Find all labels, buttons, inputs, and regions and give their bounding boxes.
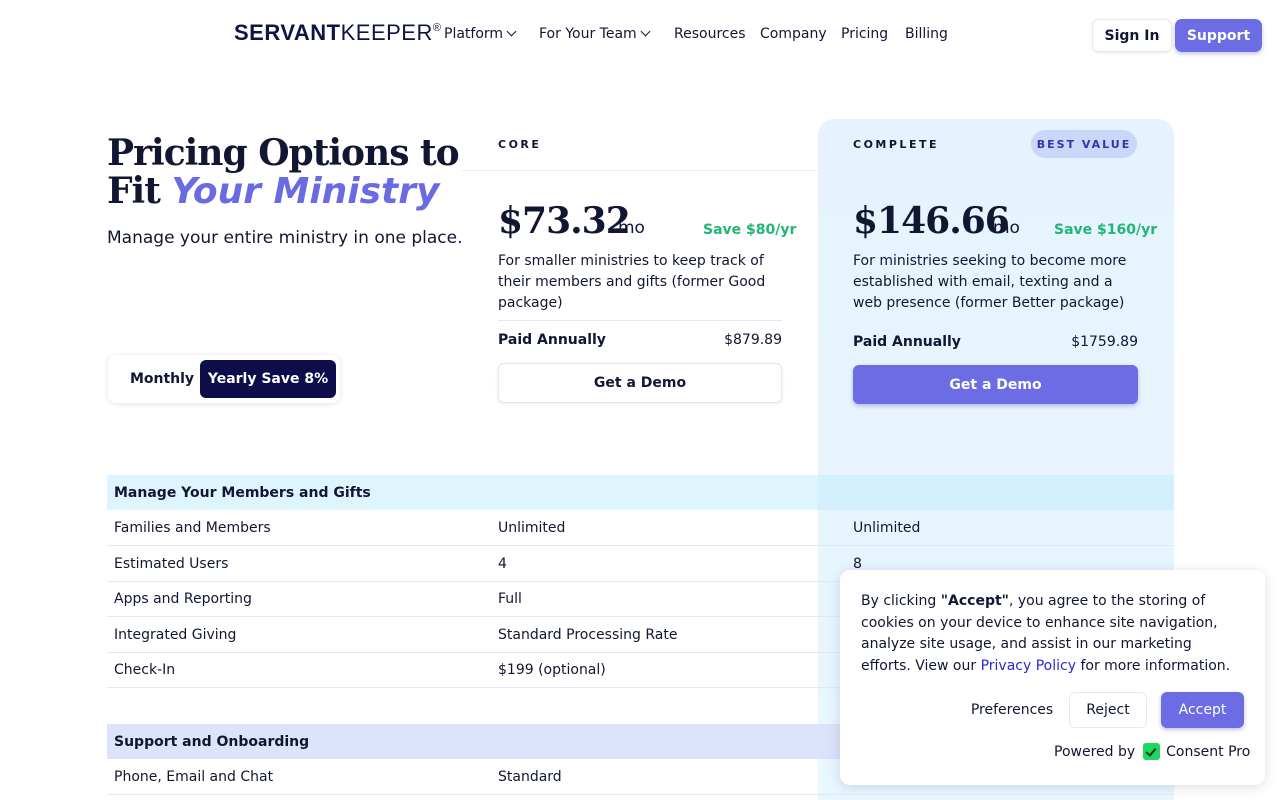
page-title-accent: Your Ministry xyxy=(171,171,440,212)
site-header: SERVANTKEEPER® Platform For Your Team Re… xyxy=(0,0,1280,70)
consent-pro-brand: Consent Pro xyxy=(1166,743,1251,760)
feature-name: Phone, Email and Chat xyxy=(114,769,274,785)
chevron-down-icon xyxy=(640,26,651,37)
powered-by-consent-pro[interactable]: Powered by Consent Pro xyxy=(1054,743,1250,760)
core-price: $73.32 xyxy=(498,200,631,242)
nav-pricing[interactable]: Pricing xyxy=(841,26,888,42)
cookie-preferences-button[interactable]: Preferences xyxy=(962,692,1062,728)
privacy-policy-link[interactable]: Privacy Policy xyxy=(981,658,1076,674)
monthly-toggle-option[interactable]: Monthly xyxy=(116,360,208,398)
logo-thin-text: KEEPER xyxy=(340,20,433,45)
core-value: Standard Processing Rate xyxy=(498,627,678,643)
cookie-text-prefix: By clicking xyxy=(861,593,941,609)
core-value: Unlimited xyxy=(498,520,566,536)
feature-name: Estimated Users xyxy=(114,556,229,572)
core-plan-divider xyxy=(462,170,818,171)
core-paid-label: Paid Annually xyxy=(498,332,606,348)
complete-get-demo-button[interactable]: Get a Demo xyxy=(853,365,1138,404)
nav-company[interactable]: Company xyxy=(760,26,827,42)
complete-paid-value: $1759.89 xyxy=(1071,334,1138,350)
core-value: 4 xyxy=(498,556,507,572)
complete-plan-label: COMPLETE xyxy=(853,138,939,151)
page-title-line2: Fit Your Ministry xyxy=(107,172,459,211)
cookie-accept-button[interactable]: Accept xyxy=(1161,692,1244,728)
feature-name: Families and Members xyxy=(114,520,271,536)
chevron-down-icon xyxy=(506,26,517,37)
feature-name: Apps and Reporting xyxy=(114,591,252,607)
core-price-period: mo xyxy=(618,218,645,238)
cookie-text-suffix: for more information. xyxy=(1076,657,1231,674)
complete-paid-annually-row: Paid Annually $1759.89 xyxy=(853,334,1138,350)
complete-save-badge: Save $160/yr xyxy=(1054,222,1158,238)
cookie-consent-banner: By clicking "Accept", you agree to the s… xyxy=(840,570,1265,785)
core-description: For smaller ministries to keep track of … xyxy=(498,253,766,311)
section-header-members-gifts: Manage Your Members and Gifts xyxy=(107,475,1174,510)
yearly-toggle-option[interactable]: Yearly Save 8% xyxy=(200,360,336,398)
core-value: $199 (optional) xyxy=(498,662,606,678)
table-row: Families and Members Unlimited Unlimited xyxy=(107,510,1174,546)
powered-by-label: Powered by xyxy=(1054,743,1136,760)
nav-for-your-team-label: For Your Team xyxy=(539,26,637,42)
feature-name: Check-In xyxy=(114,662,176,678)
page-subtitle: Manage your entire ministry in one place… xyxy=(107,228,463,248)
complete-price: $146.66 xyxy=(853,200,1010,242)
feature-name: Integrated Giving xyxy=(114,627,237,643)
cookie-reject-button[interactable]: Reject xyxy=(1069,692,1147,728)
billing-period-toggle: Monthly Yearly Save 8% xyxy=(108,355,340,403)
registered-mark: ® xyxy=(432,22,442,34)
core-paid-annually-row: Paid Annually $879.89 xyxy=(498,332,782,348)
core-value: Standard xyxy=(498,769,562,785)
best-value-badge: BEST VALUE xyxy=(1031,130,1137,158)
core-get-demo-button[interactable]: Get a Demo xyxy=(498,363,782,403)
core-paid-value: $879.89 xyxy=(724,332,782,348)
nav-for-your-team[interactable]: For Your Team xyxy=(539,26,651,42)
servantkeeper-logo[interactable]: SERVANTKEEPER® xyxy=(234,20,441,46)
nav-platform-label: Platform xyxy=(444,26,504,42)
sign-in-button[interactable]: Sign In xyxy=(1092,19,1172,52)
core-value: Full xyxy=(498,591,522,607)
nav-billing[interactable]: Billing xyxy=(905,26,948,42)
cookie-text-accept-quoted: "Accept" xyxy=(940,593,1009,609)
core-paid-divider xyxy=(498,320,782,321)
nav-resources[interactable]: Resources xyxy=(674,26,746,42)
complete-price-period: mo xyxy=(993,218,1020,238)
complete-value: Unlimited xyxy=(853,520,921,536)
page-title-fit: Fit xyxy=(107,170,161,212)
complete-description: For ministries seeking to become more es… xyxy=(853,253,1127,311)
core-plan-label: CORE xyxy=(498,138,542,151)
support-button[interactable]: Support xyxy=(1175,19,1262,52)
complete-paid-label: Paid Annually xyxy=(853,334,961,350)
core-save-badge: Save $80/yr xyxy=(703,222,797,238)
page-title-line1: Pricing Options to xyxy=(107,132,460,174)
page-title: Pricing Options to Fit Your Ministry xyxy=(107,132,460,211)
logo-bold-text: SERVANT xyxy=(234,20,341,45)
consent-pro-check-icon xyxy=(1143,743,1161,760)
cookie-consent-text: By clicking "Accept", you agree to the s… xyxy=(861,591,1246,677)
nav-platform[interactable]: Platform xyxy=(444,26,517,42)
